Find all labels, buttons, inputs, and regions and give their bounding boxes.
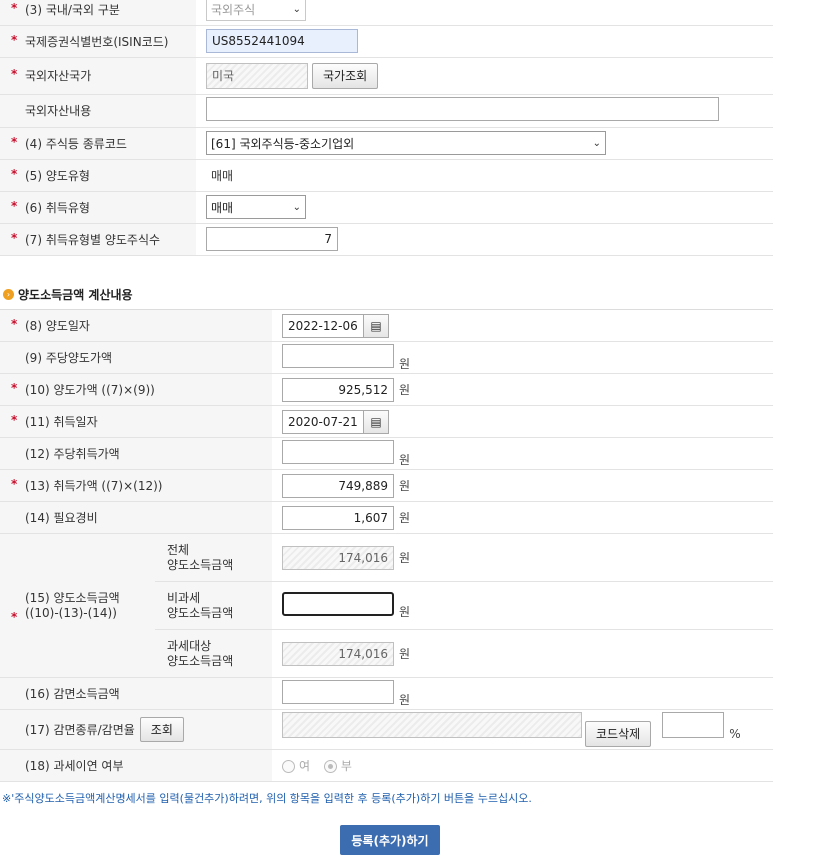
reduction-rate-input[interactable]: [662, 712, 725, 739]
asset-info-table: * (3) 국내/국외 구분 국외주식 ⌄ * 국제증권식별번호(ISIN코드) US…: [0, 0, 773, 256]
shares-input[interactable]: 7: [206, 227, 338, 251]
country-lookup-button[interactable]: 국가조회: [312, 62, 379, 89]
label-tax-deferral: (18) 과세이연 여부: [0, 749, 273, 782]
stock-type-select[interactable]: [61] 국외주식등-중소기업외 ⌄: [206, 131, 606, 155]
chevron-down-icon: ⌄: [292, 201, 301, 213]
calendar-icon[interactable]: ▤: [364, 409, 390, 434]
label-acq-amount: * (13) 취득가액 ((7)×(12)): [0, 469, 273, 502]
label-country: * 국외자산국가: [0, 57, 196, 95]
label-stock-type: * (4) 주식등 종류코드: [0, 127, 196, 160]
domestic-foreign-select[interactable]: 국외주식 ⌄: [206, 0, 306, 22]
section-heading: › 양도소득금액 계산내용: [3, 286, 133, 302]
chevron-down-icon: ⌄: [592, 137, 601, 149]
arrow-circle-icon: ›: [3, 288, 14, 300]
delete-code-button[interactable]: 코드삭제: [585, 720, 652, 747]
label-per-share-transfer: (9) 주당양도가액: [0, 341, 273, 374]
calendar-icon[interactable]: ▤: [364, 313, 390, 338]
acq-amount-input[interactable]: 749,889: [282, 473, 395, 498]
chevron-down-icon: ⌄: [292, 3, 301, 15]
notice-text: ※'주식양도소득금액계산명세서를 입력(물건추가)하려면, 위의 항목을 입력한…: [2, 792, 532, 805]
label-asset-content: 국외자산내용: [0, 94, 196, 128]
label-per-share-acq: (12) 주당취득가액: [0, 437, 273, 470]
taxable-income-input: 174,016: [282, 641, 395, 666]
label-taxable-income: 과세대상 양도소득금액: [155, 629, 273, 678]
label-transfer-type: * (5) 양도유형: [0, 159, 196, 192]
reduction-code-input: [282, 712, 583, 739]
acquisition-type-select[interactable]: 매매 ⌄: [206, 195, 306, 219]
isin-input[interactable]: US8552441094: [206, 29, 358, 53]
label-transfer-date: * (8) 양도일자: [0, 309, 273, 342]
reduction-income-input[interactable]: [282, 679, 395, 704]
label-acq-date: * (11) 취득일자: [0, 405, 273, 438]
transfer-type-value: 매매: [211, 168, 234, 183]
label-nontax-income: 비과세 양도소득금액: [155, 581, 273, 630]
transfer-date-input[interactable]: 2022-12-06: [282, 313, 365, 338]
total-income-input: 174,016: [282, 545, 395, 570]
radio-no[interactable]: 부: [323, 759, 352, 773]
label-isin: * 국제증권식별번호(ISIN코드): [0, 25, 196, 58]
label-shares: * (7) 취득유형별 양도주식수: [0, 223, 196, 256]
radio-yes[interactable]: 여: [282, 759, 310, 773]
expenses-input[interactable]: 1,607: [282, 505, 395, 530]
label-expenses: (14) 필요경비: [0, 501, 273, 534]
income-calc-table: * (8) 양도일자 2022-12-06 ▤ (9) 주당양도가액 원 * (10)…: [0, 309, 774, 782]
section-title: 양도소득금액 계산내용: [18, 287, 133, 302]
country-input: 미국: [206, 62, 308, 89]
reduction-lookup-button[interactable]: 조회: [139, 717, 184, 742]
asset-content-input[interactable]: [206, 97, 719, 121]
label-reduction-type: (17) 감면종류/감면율 조회: [0, 709, 273, 750]
label-reduction-income: (16) 감면소득금액: [0, 677, 273, 710]
label-domestic-foreign: * (3) 국내/국외 구분: [0, 0, 196, 26]
radio-icon: [282, 760, 296, 773]
per-share-acq-input[interactable]: [282, 439, 395, 464]
label-transfer-amount: * (10) 양도가액 ((7)×(9)): [0, 373, 273, 406]
label-transfer-income: * (15) 양도소득금액 ((10)-(13)-(14)): [0, 533, 155, 678]
per-share-transfer-input[interactable]: [282, 343, 395, 368]
radio-selected-icon: [323, 760, 337, 773]
acq-date-input[interactable]: 2020-07-21: [282, 409, 365, 434]
label-acquisition-type: * (6) 취득유형: [0, 191, 196, 224]
label-total-income: 전체 양도소득금액: [155, 533, 273, 582]
transfer-amount-input[interactable]: 925,512: [282, 377, 395, 402]
nontax-income-input[interactable]: [282, 591, 395, 616]
